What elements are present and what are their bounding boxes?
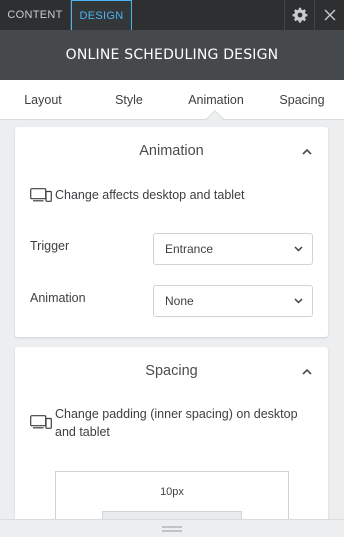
close-button[interactable] xyxy=(314,0,344,30)
subtab-style[interactable]: Style xyxy=(86,80,172,120)
top-bar: CONTENT DESIGN xyxy=(0,0,344,30)
panel-resize-bar[interactable] xyxy=(0,519,344,537)
spacing-heading: Spacing xyxy=(145,363,198,379)
devices-icon xyxy=(30,188,52,202)
chevron-down-icon xyxy=(294,298,303,304)
animation-card: Animation Change affects desktop and tab… xyxy=(15,127,328,337)
subtab-layout[interactable]: Layout xyxy=(0,80,86,120)
spacing-note-text: Change padding (inner spacing) on deskto… xyxy=(55,407,298,439)
gear-icon xyxy=(292,7,307,23)
animation-note-text: Change affects desktop and tablet xyxy=(55,188,245,202)
chevron-up-icon[interactable] xyxy=(300,364,314,378)
animation-heading: Animation xyxy=(139,143,204,159)
padding-top-value[interactable]: 10px xyxy=(56,486,288,498)
top-bar-spacer xyxy=(132,0,284,30)
settings-button[interactable] xyxy=(284,0,314,30)
chevron-down-icon xyxy=(294,246,303,252)
title-bar: ONLINE SCHEDULING DESIGN xyxy=(0,30,344,80)
page-title: ONLINE SCHEDULING DESIGN xyxy=(65,47,279,63)
trigger-select-value: Entrance xyxy=(165,242,214,256)
tab-content[interactable]: CONTENT xyxy=(0,0,71,30)
animation-card-header[interactable]: Animation xyxy=(15,127,328,175)
animation-select-value: None xyxy=(165,294,194,308)
drag-handle-icon xyxy=(162,525,182,532)
spacing-card: Spacing Change padding (inner spacing) o… xyxy=(15,347,328,527)
chevron-up-icon[interactable] xyxy=(300,144,314,158)
design-subtabs: Layout Style Animation Spacing xyxy=(0,80,344,120)
spacing-device-note: Change padding (inner spacing) on deskto… xyxy=(30,405,320,441)
trigger-select[interactable]: Entrance xyxy=(153,233,313,265)
animation-device-note: Change affects desktop and tablet xyxy=(30,186,245,204)
tab-design[interactable]: DESIGN xyxy=(71,0,132,30)
close-icon xyxy=(324,9,335,21)
trigger-label: Trigger xyxy=(30,239,70,253)
animation-select[interactable]: None xyxy=(153,285,313,317)
animation-label: Animation xyxy=(30,291,86,305)
devices-icon xyxy=(30,415,52,429)
subtab-spacing[interactable]: Spacing xyxy=(260,80,344,120)
spacing-card-header[interactable]: Spacing xyxy=(15,347,328,395)
